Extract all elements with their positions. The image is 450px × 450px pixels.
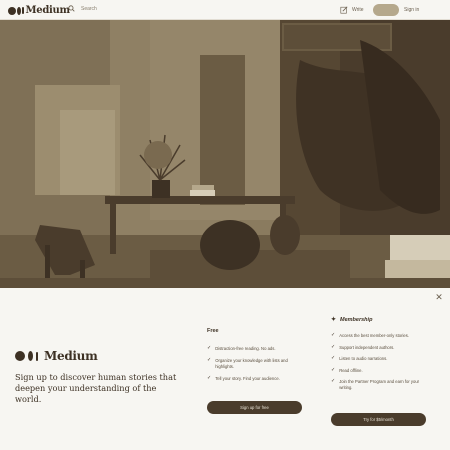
search-icon (68, 5, 75, 12)
logo-mark-icon (15, 351, 25, 361)
membership-feature-list: ✓ Access the best member-only stories. ✓ S… (331, 332, 431, 397)
check-icon: ✓ (331, 355, 336, 362)
sign-up-button[interactable] (373, 4, 399, 16)
write-label: Write (352, 7, 364, 13)
search-field[interactable]: Search (68, 5, 97, 12)
modal-tagline: Sign up to discover human stories that d… (15, 372, 177, 404)
logo-text: Medium (25, 5, 71, 16)
interior-photo (0, 20, 450, 288)
medium-logo-icon (8, 6, 24, 15)
medium-logo[interactable]: Medium (8, 5, 70, 16)
free-plan-title: Free (207, 328, 219, 334)
modal-brand-logo: Medium (15, 349, 98, 363)
list-item: ✓ Listen to audio narrations. (331, 355, 388, 362)
list-item: ✓ Access the best member-only stories. (331, 332, 410, 338)
membership-plan-title: ✦ Membership (331, 316, 373, 324)
write-icon (340, 6, 348, 14)
list-item: ✓ Organize your knowledge with lists and … (207, 357, 288, 369)
check-icon: ✓ (331, 378, 336, 385)
check-icon: ✓ (331, 366, 336, 373)
check-icon: ✓ (207, 357, 212, 364)
list-item: ✓ Distraction-free reading. No ads. (207, 345, 276, 351)
free-feature-list: ✓ Distraction-free reading. No ads. ✓ Orga… (207, 345, 307, 388)
list-item: ✓ Join the Partner Program and earn for y… (331, 378, 420, 390)
list-item: ✓ Tell your story. Find your audience. (207, 374, 280, 381)
close-icon[interactable]: ✕ (434, 292, 444, 302)
hero-image (0, 20, 450, 288)
check-icon: ✓ (331, 332, 336, 338)
modal-brand-text: Medium (44, 349, 98, 363)
sign-up-for-free-button[interactable]: Sign up for free (207, 401, 302, 414)
sign-in-link[interactable]: Sign in (404, 7, 419, 13)
check-icon: ✓ (207, 345, 212, 351)
list-item: ✓ Support independent authors. (331, 343, 395, 350)
try-membership-button[interactable]: Try for $5/month (331, 413, 426, 426)
list-item: ✓ Read offline. (331, 366, 363, 373)
check-icon: ✓ (331, 343, 336, 350)
search-placeholder: Search (81, 5, 97, 12)
top-navigation-bar: Medium Search Write Sign in (0, 0, 450, 20)
star-icon: ✦ (331, 317, 337, 323)
check-icon: ✓ (207, 374, 212, 381)
write-button[interactable]: Write (340, 6, 364, 14)
